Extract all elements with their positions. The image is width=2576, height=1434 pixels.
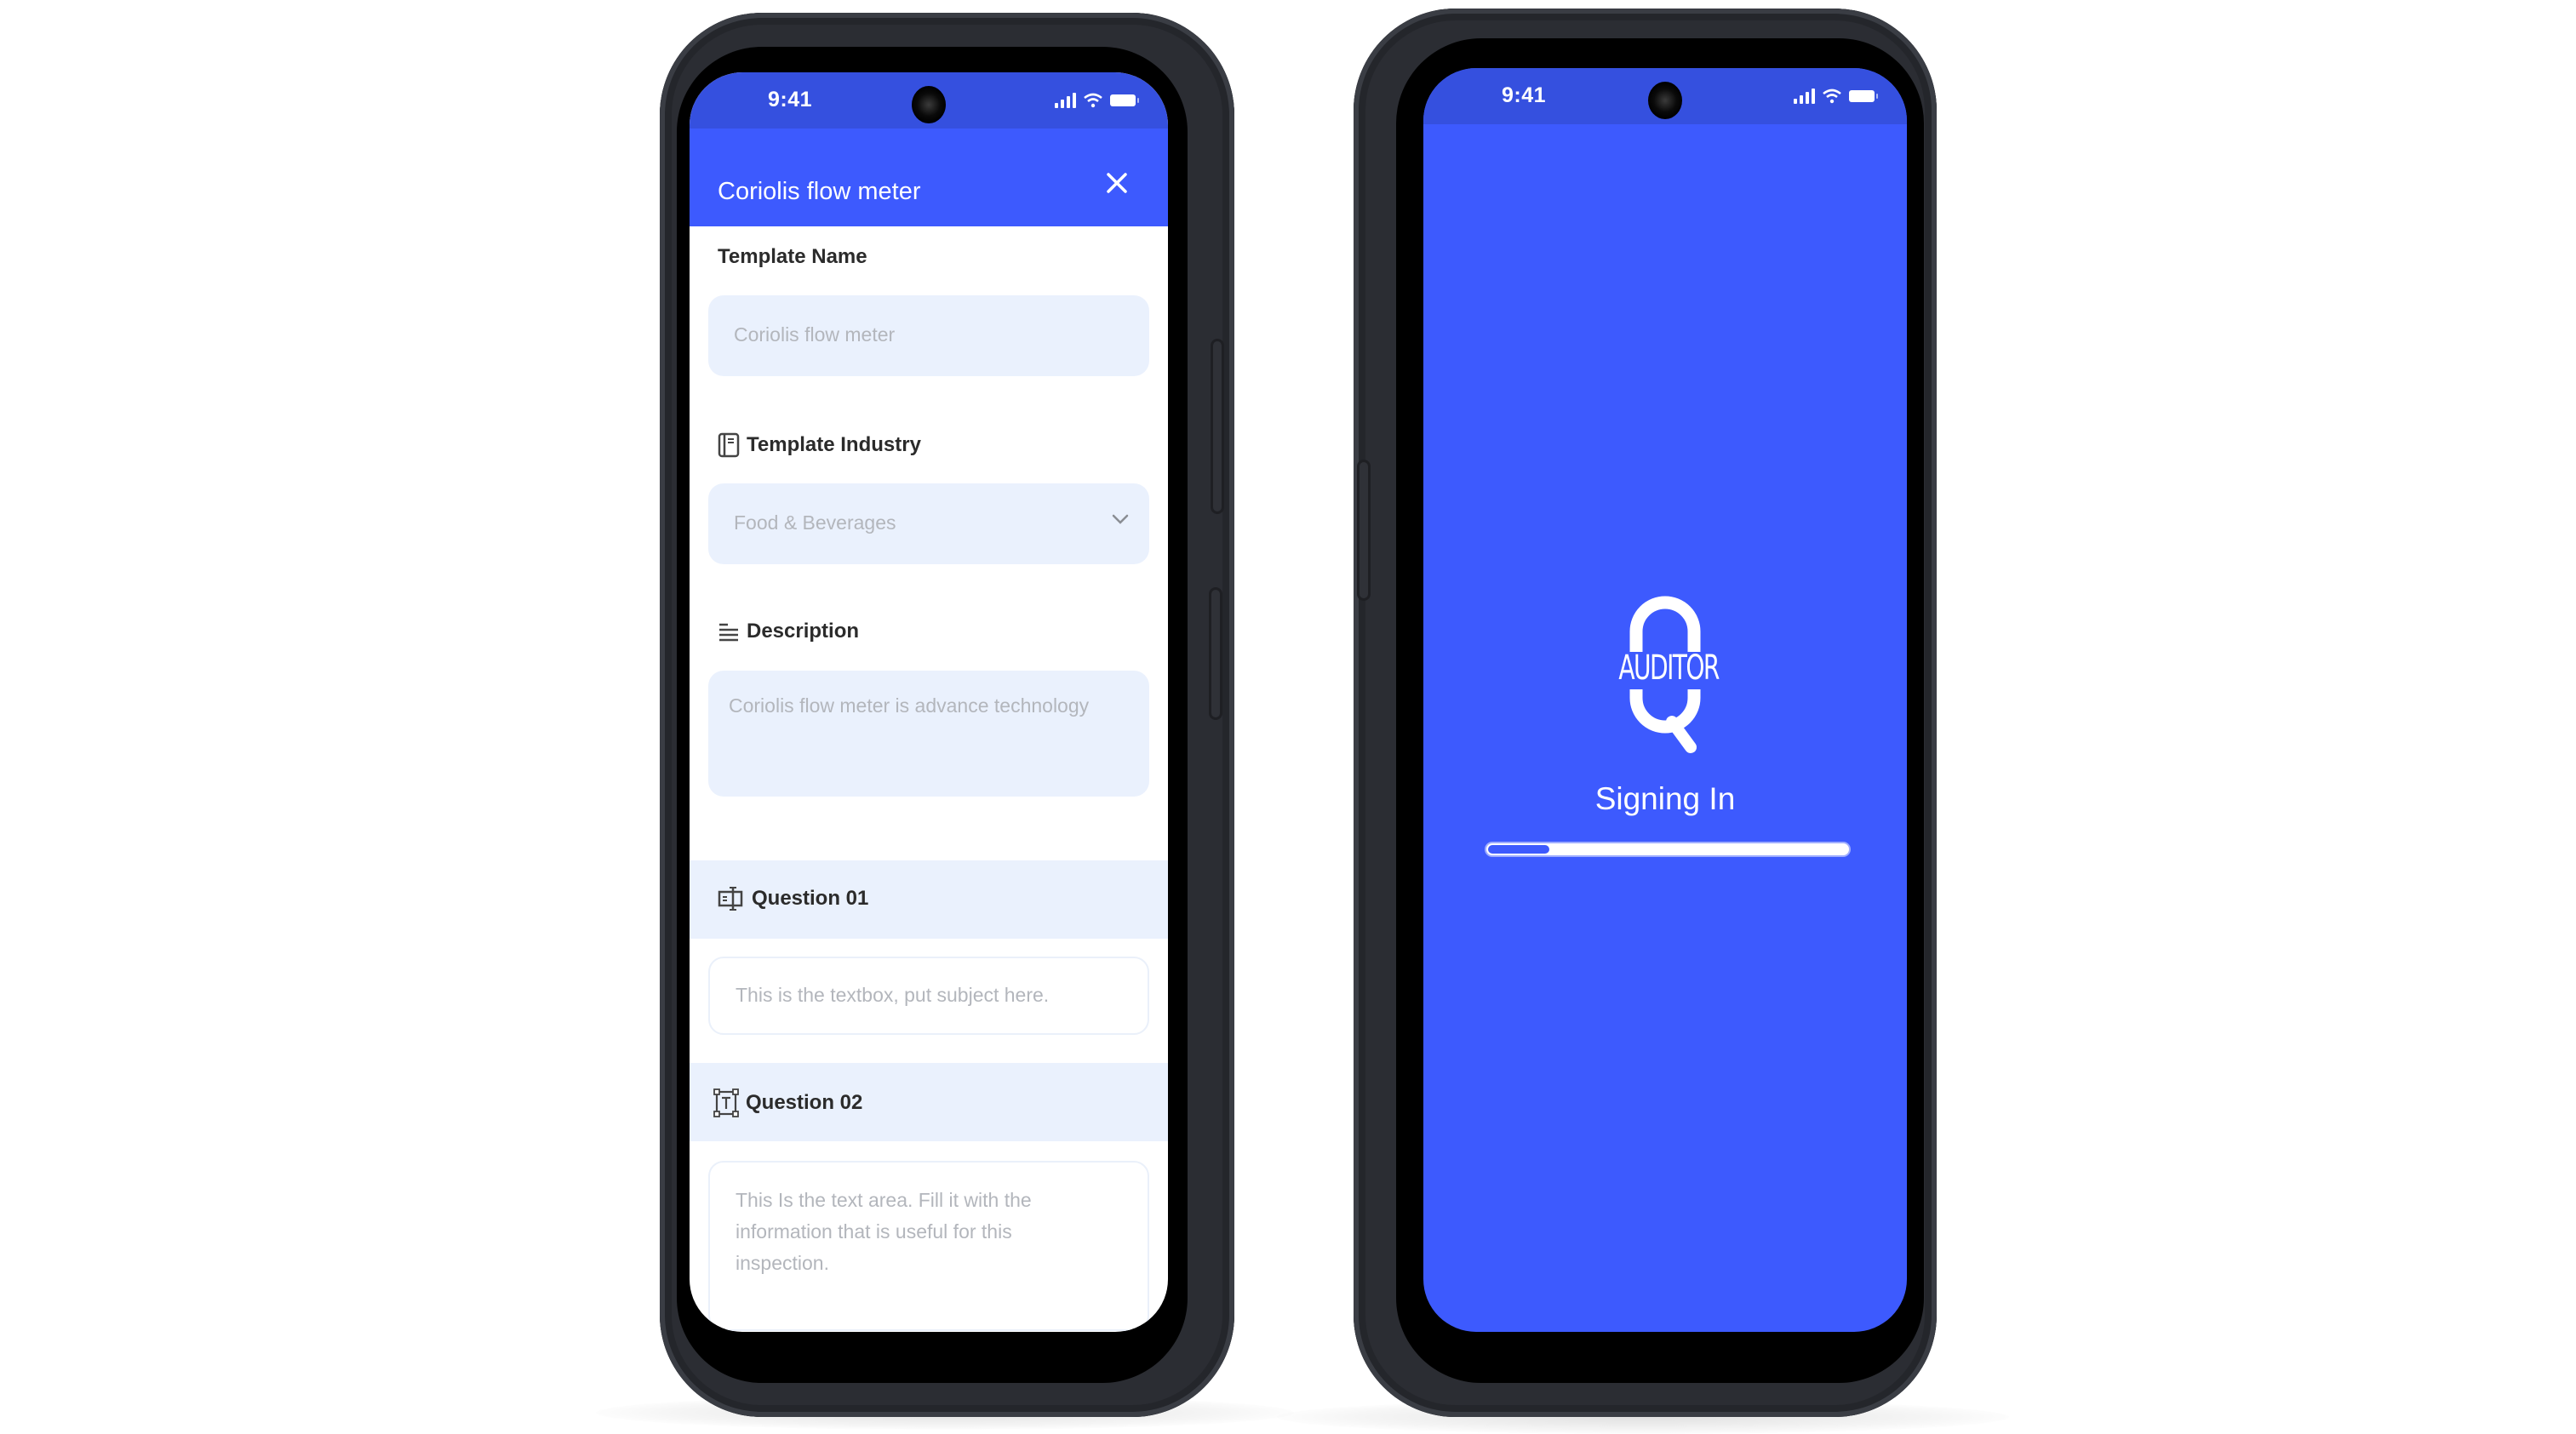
question-02-placeholder: This Is the text area. Fill it with the … <box>736 1189 1032 1274</box>
camera-icon <box>1648 82 1682 119</box>
book-icon <box>718 432 740 458</box>
template-industry-value: Food & Beverages <box>734 511 896 534</box>
status-bar: 9:41 <box>1423 68 1907 124</box>
question-01-header: Question 01 <box>690 860 1168 939</box>
text-box-icon <box>713 1088 739 1117</box>
status-icons <box>1055 93 1139 108</box>
template-industry-label: Template Industry <box>718 432 921 458</box>
text-cursor-icon <box>718 887 743 911</box>
template-name-input[interactable]: Coriolis flow meter <box>708 295 1149 376</box>
template-form-screen: 9:41 Coriolis flow meter Template Name C… <box>690 72 1168 1332</box>
wifi-icon <box>1084 93 1102 108</box>
signing-in-screen: 9:41 AUDITOR Signing In <box>1423 68 1907 1332</box>
align-left-icon <box>719 623 738 642</box>
template-industry-select[interactable]: Food & Beverages <box>708 483 1149 564</box>
signal-icon <box>1055 93 1076 108</box>
question-02-textarea[interactable]: This Is the text area. Fill it with the … <box>708 1161 1149 1331</box>
status-bar: 9:41 <box>690 72 1168 129</box>
question-01-label: Question 01 <box>718 886 868 911</box>
wifi-icon <box>1823 89 1841 104</box>
page-title: Coriolis flow meter <box>718 178 921 205</box>
signal-icon <box>1794 89 1815 104</box>
close-icon <box>1107 173 1127 193</box>
description-label: Description <box>718 620 859 643</box>
question-02-label-text: Question 02 <box>746 1091 863 1114</box>
question-01-label-text: Question 01 <box>752 887 869 910</box>
question-01-placeholder: This is the textbox, put subject here. <box>736 984 1050 1006</box>
signing-in-text: Signing In <box>1594 781 1736 816</box>
template-industry-label-text: Template Industry <box>747 433 921 456</box>
template-name-label: Template Name <box>718 245 867 269</box>
description-label-text: Description <box>747 620 860 643</box>
app-bar: Coriolis flow meter <box>690 129 1168 226</box>
camera-icon <box>912 86 946 123</box>
close-button[interactable] <box>1100 166 1134 200</box>
signing-in-progress <box>1486 843 1849 855</box>
chevron-down-icon <box>1112 514 1129 524</box>
battery-icon <box>1849 90 1878 102</box>
status-icons <box>1794 89 1878 104</box>
question-02-header: Question 02 <box>690 1063 1168 1141</box>
question-02-label: Question 02 <box>713 1088 862 1117</box>
template-name-label-text: Template Name <box>718 245 867 268</box>
side-button <box>1357 460 1371 601</box>
volume-button <box>1211 339 1224 514</box>
progress-fill <box>1488 845 1550 854</box>
description-value: Coriolis flow meter is advance technolog… <box>729 694 1090 717</box>
status-time: 9:41 <box>1502 83 1547 107</box>
description-textarea[interactable]: Coriolis flow meter is advance technolog… <box>708 671 1149 797</box>
logo-word: AUDITOR <box>1618 648 1720 688</box>
q-auditor-logo: AUDITOR <box>1606 596 1725 757</box>
question-01-input[interactable]: This is the textbox, put subject here. <box>708 957 1149 1035</box>
battery-icon <box>1110 94 1139 106</box>
status-time: 9:41 <box>768 88 813 111</box>
template-name-value: Coriolis flow meter <box>734 323 896 346</box>
power-button <box>1209 587 1222 720</box>
